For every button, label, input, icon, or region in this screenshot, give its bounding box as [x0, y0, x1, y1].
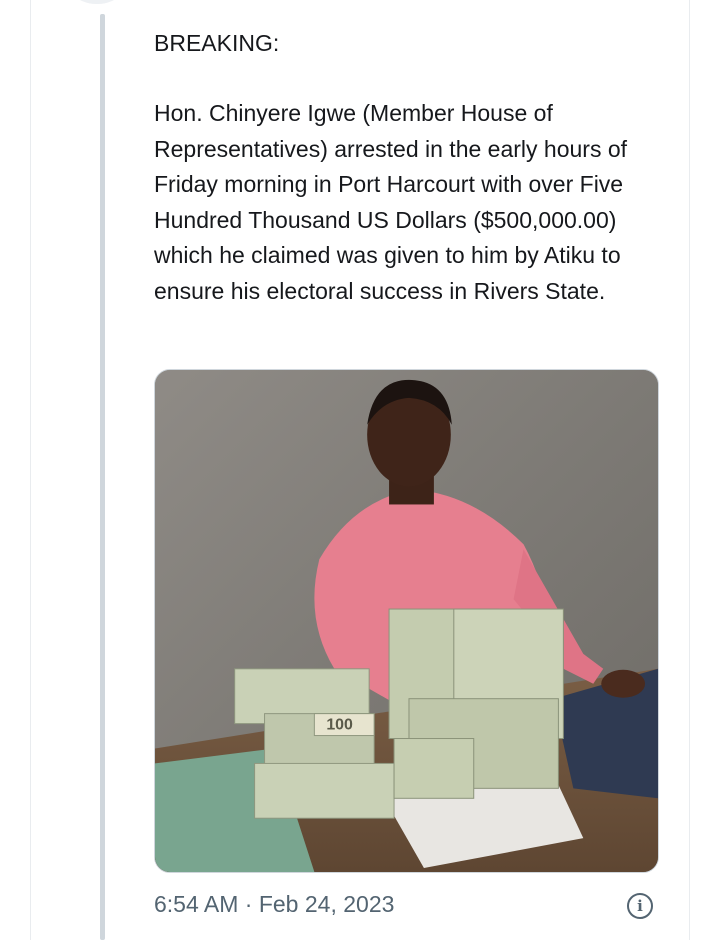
banknote-label: 100: [326, 717, 353, 734]
photo-illustration: 100: [155, 370, 658, 872]
tweet-time: 6:54 AM: [154, 891, 239, 917]
tweet-headline: BREAKING:: [154, 30, 280, 56]
timeline-right-border: [689, 0, 690, 940]
tweet-text-block: BREAKING: Hon. Chinyere Igwe (Member Hou…: [154, 28, 669, 309]
cash-stack-right: [388, 608, 564, 799]
info-icon[interactable]: i: [627, 893, 653, 919]
thread-connector-line: [100, 14, 105, 940]
hand: [601, 669, 646, 698]
avatar[interactable]: [62, 0, 132, 4]
timeline-left-border: [30, 0, 31, 940]
tweet-timestamp[interactable]: 6:54 AM · Feb 24, 2023: [154, 889, 394, 919]
tweet-date: Feb 24, 2023: [258, 891, 395, 917]
tweet-body: Hon. Chinyere Igwe (Member House of Repr…: [154, 100, 628, 304]
tweet-photo[interactable]: 100: [154, 369, 659, 873]
meta-separator: ·: [244, 891, 253, 917]
info-glyph: i: [637, 896, 643, 915]
